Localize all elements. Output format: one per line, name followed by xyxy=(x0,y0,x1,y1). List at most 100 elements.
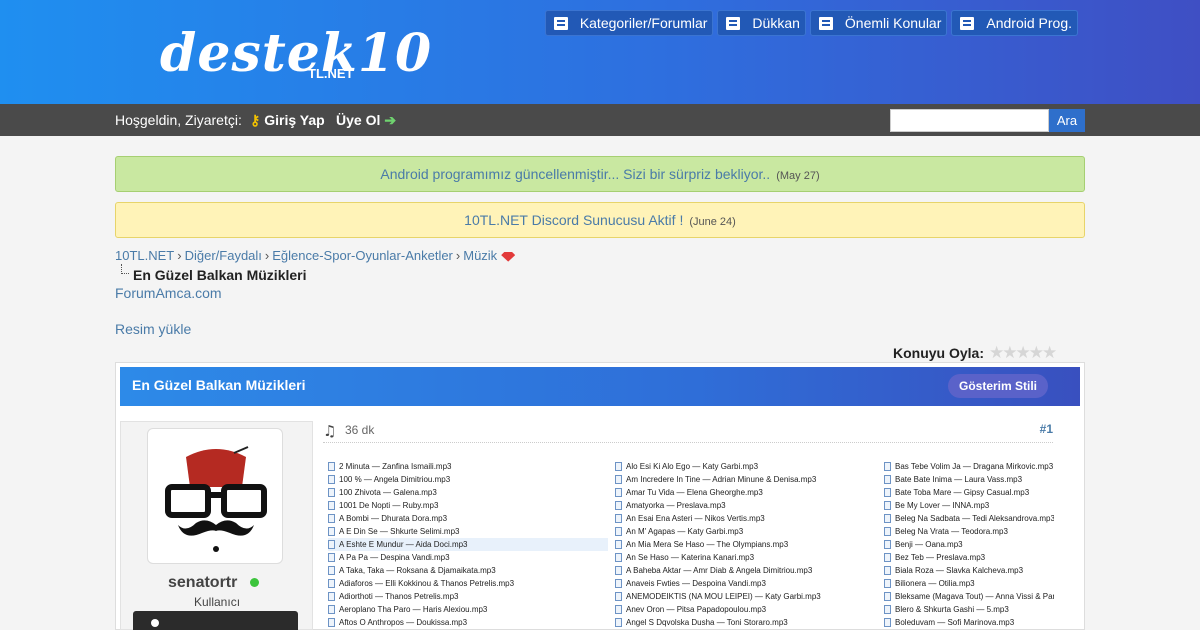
audio-file-icon xyxy=(884,462,891,471)
greeting-text: Hoşgeldin, Ziyaretçi: xyxy=(115,112,242,128)
breadcrumb-home[interactable]: 10TL.NET xyxy=(115,248,174,263)
notice-android[interactable]: Android programımız güncellenmiştir... S… xyxy=(115,156,1085,192)
file-name: An Mia Mera Se Haso — The Olympians.mp3 xyxy=(626,540,789,549)
file-name: A E Din Se — Shkurte Selimi.mp3 xyxy=(339,527,460,536)
audio-file-icon xyxy=(615,618,622,627)
nav-important-topics[interactable]: Önemli Konular xyxy=(809,10,948,36)
key-icon: ⚷ xyxy=(250,112,261,128)
file-row: A Pa Pa — Despina Vandi.mp3 xyxy=(328,551,608,564)
post-title: En Güzel Balkan Müzikleri xyxy=(132,377,306,393)
username[interactable]: senatortr xyxy=(168,574,237,592)
audio-file-icon xyxy=(884,527,891,536)
breadcrumb-other[interactable]: Diğer/Faydalı xyxy=(185,248,262,263)
rate-label: Konuyu Oyla: xyxy=(893,345,985,361)
file-name: Bate Toba Mare — Gipsy Casual.mp3 xyxy=(895,488,1030,497)
audio-file-icon xyxy=(884,566,891,575)
file-name: Adiorthoti — Thanos Petrelis.mp3 xyxy=(339,592,459,601)
file-row: Aftos O Anthropos — Doukissa.mp3 xyxy=(328,616,608,629)
file-row: Am Incredere In Tine — Adrian Minune & D… xyxy=(615,473,870,486)
file-row: Adiorthoti — Thanos Petrelis.mp3 xyxy=(328,590,608,603)
file-name: Aftos O Anthropos — Doukissa.mp3 xyxy=(339,618,468,627)
file-name: A Baheba Aktar — Amr Diab & Angela Dimit… xyxy=(626,566,813,575)
file-row: Anev Oron — Pitsa Papadopoulou.mp3 xyxy=(615,603,870,616)
file-name: Amatyorka — Preslava.mp3 xyxy=(626,501,726,510)
audio-file-icon xyxy=(328,462,335,471)
file-row: A Baheba Aktar — Amr Diab & Angela Dimit… xyxy=(615,564,870,577)
file-row: Bate Toba Mare — Gipsy Casual.mp3 xyxy=(884,486,1054,499)
book-icon xyxy=(818,16,833,30)
file-row: Beleg Na Vrata — Teodora.mp3 xyxy=(884,525,1054,538)
post-number-link[interactable]: #1 xyxy=(1040,422,1053,436)
file-name: Adiaforos — Elli Kokkinou & Thanos Petre… xyxy=(339,579,515,588)
file-name: Beleg Na Vrata — Teodora.mp3 xyxy=(895,527,1008,536)
audio-file-icon xyxy=(615,462,622,471)
file-name: Amar Tu Vida — Elena Gheorghe.mp3 xyxy=(626,488,763,497)
file-name: Boleduvam — Sofi Marinova.mp3 xyxy=(895,618,1015,627)
file-list-column-2: Alo Esi Ki Alo Ego — Katy Garbi.mp3 Am In… xyxy=(615,460,870,629)
file-name: Anev Oron — Pitsa Papadopoulou.mp3 xyxy=(626,605,767,614)
audio-file-icon xyxy=(328,527,335,536)
file-row: Adiaforos — Elli Kokkinou & Thanos Petre… xyxy=(328,577,608,590)
file-list-column-3: Bas Tebe Volim Ja — Dragana Mirkovic.mp3… xyxy=(884,460,1054,629)
audio-file-icon xyxy=(328,553,335,562)
file-name: A Bombi — Dhurata Dora.mp3 xyxy=(339,514,448,523)
audio-file-icon xyxy=(884,605,891,614)
nav-android[interactable]: Android Prog. xyxy=(951,10,1078,36)
breadcrumb-music[interactable]: Müzik xyxy=(463,248,497,263)
audio-file-icon xyxy=(884,540,891,549)
breadcrumb-separator: › xyxy=(455,248,461,263)
audio-file-icon xyxy=(328,592,335,601)
upload-image-link[interactable]: Resim yükle xyxy=(115,321,191,337)
file-name: Bas Tebe Volim Ja — Dragana Mirkovic.mp3 xyxy=(895,462,1054,471)
audio-file-icon xyxy=(328,501,335,510)
rating-stars[interactable]: ★★★★★ xyxy=(989,343,1057,363)
music-note-icon: ♫ xyxy=(323,422,337,440)
audio-file-icon xyxy=(615,514,622,523)
search-input[interactable] xyxy=(890,109,1049,132)
file-name: Alo Esi Ki Alo Ego — Katy Garbi.mp3 xyxy=(626,462,759,471)
breadcrumb-fun[interactable]: Eğlence-Spor-Oyunlar-Anketler xyxy=(272,248,453,263)
audio-file-icon xyxy=(884,488,891,497)
breadcrumb: 10TL.NET › Diğer/Faydalı › Eğlence-Spor-Oyun… xyxy=(115,248,516,263)
file-row: A Taka, Taka — Roksana & Djamaikata.mp3 xyxy=(328,564,608,577)
audio-file-icon xyxy=(328,475,335,484)
file-row: An Esai Ena Asteri — Nikos Vertis.mp3 xyxy=(615,512,870,525)
nav-categories[interactable]: Kategoriler/Forumlar xyxy=(544,10,714,36)
file-row: Bilionera — Otilia.mp3 xyxy=(884,577,1054,590)
audio-file-icon xyxy=(328,579,335,588)
site-logo[interactable]: destek10 xyxy=(160,26,432,82)
view-style-button[interactable]: Gösterim Stili xyxy=(948,374,1049,398)
file-name: Aeroplano Tha Paro — Haris Alexiou.mp3 xyxy=(339,605,488,614)
notice-discord[interactable]: 10TL.NET Discord Sunucusu Aktif ! (June 2… xyxy=(115,202,1085,238)
tree-connector xyxy=(121,264,129,274)
post-time: 36 dk xyxy=(345,423,375,437)
file-name: Blero & Shkurta Gashi — 5.mp3 xyxy=(895,605,1009,614)
book-icon xyxy=(960,16,975,30)
file-name: A Pa Pa — Despina Vandi.mp3 xyxy=(339,553,450,562)
file-row: Bez Teb — Preslava.mp3 xyxy=(884,551,1054,564)
book-icon xyxy=(553,16,568,30)
file-row: Biala Roza — Slavka Kalcheva.mp3 xyxy=(884,564,1054,577)
audio-file-icon xyxy=(615,605,622,614)
file-name: Biala Roza — Slavka Kalcheva.mp3 xyxy=(895,566,1024,575)
file-row: A Bombi — Dhurata Dora.mp3 xyxy=(328,512,608,525)
audio-file-icon xyxy=(615,592,622,601)
main-nav: Kategoriler/Forumlar Dükkan Önemli Konul… xyxy=(544,10,1078,36)
avatar[interactable] xyxy=(147,428,283,564)
nav-shop[interactable]: Dükkan xyxy=(717,10,806,36)
audio-file-icon xyxy=(615,566,622,575)
file-name: 1001 De Nopti — Ruby.mp3 xyxy=(339,501,439,510)
file-row: A E Din Se — Shkurte Selimi.mp3 xyxy=(328,525,608,538)
file-name: Beleg Na Sadbata — Tedi Aleksandrova.mp3 xyxy=(895,514,1054,523)
file-row: Bleksame (Magava Tout) — Anna Vissi & Pa… xyxy=(884,590,1054,603)
login-link[interactable]: ⚷ Giriş Yap xyxy=(250,112,325,129)
user-role: Kullanıcı xyxy=(194,595,241,609)
online-status-icon xyxy=(250,578,259,587)
search-button[interactable]: Ara xyxy=(1049,109,1085,132)
forumamca-link[interactable]: ForumAmca.com xyxy=(115,285,222,301)
file-row: Amar Tu Vida — Elena Gheorghe.mp3 xyxy=(615,486,870,499)
register-link[interactable]: Üye Ol ➔ xyxy=(336,112,396,129)
breadcrumb-separator: › xyxy=(177,248,182,263)
file-name: A Eshte E Mundur — Aida Doci.mp3 xyxy=(339,540,468,549)
file-row: ANEMODEIKTIS (NA MOU LEIPEI) — Katy Garb… xyxy=(615,590,870,603)
